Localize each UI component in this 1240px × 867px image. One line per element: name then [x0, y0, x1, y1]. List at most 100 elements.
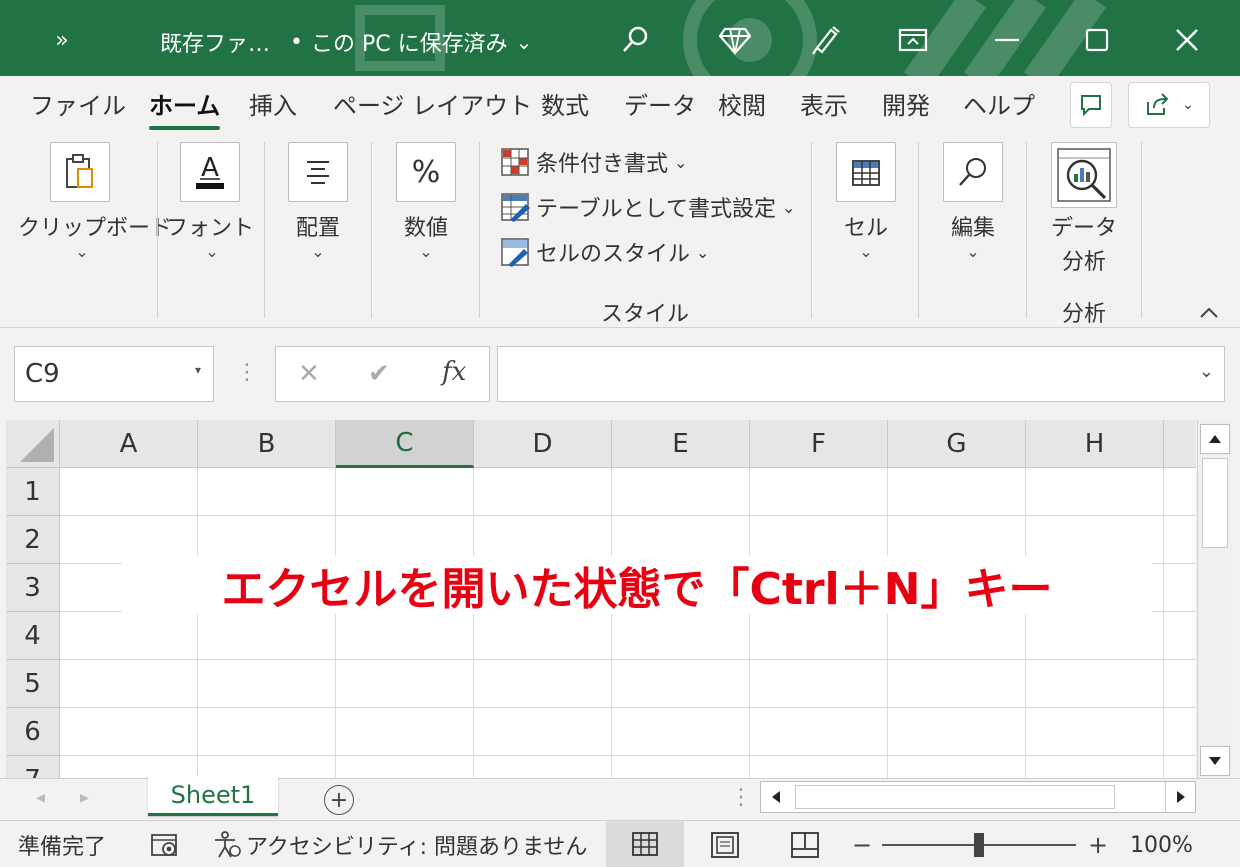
- minimize-icon[interactable]: [984, 20, 1030, 60]
- ribbon-tabs: ファイル ホーム 挿入 ページ レイアウト 数式 データ 校閲 表示 開発 ヘル…: [0, 76, 1240, 132]
- column-header-b[interactable]: B: [198, 420, 336, 468]
- tab-file[interactable]: ファイル: [30, 86, 126, 124]
- add-sheet-button[interactable]: +: [324, 785, 354, 815]
- cells-group-label[interactable]: セル: [834, 210, 898, 242]
- tab-page-layout[interactable]: ページ レイアウト: [333, 86, 532, 124]
- drag-handle-icon[interactable]: ⋮: [236, 360, 258, 385]
- column-header-e[interactable]: E: [612, 420, 750, 468]
- gridline: [749, 468, 750, 778]
- zoom-slider[interactable]: [882, 829, 1076, 861]
- prev-sheet-icon[interactable]: ◂: [36, 787, 45, 808]
- tab-insert[interactable]: 挿入: [249, 86, 297, 124]
- font-color-icon[interactable]: A: [180, 142, 240, 202]
- tab-home[interactable]: ホーム: [149, 86, 221, 130]
- analysis-group-label: 分析: [1061, 302, 1106, 327]
- zoom-in-button[interactable]: +: [1088, 829, 1108, 861]
- maximize-icon[interactable]: [1074, 20, 1120, 60]
- drag-handle-icon[interactable]: ⋮: [730, 785, 752, 810]
- row-header-2[interactable]: 2: [6, 516, 60, 564]
- tab-data[interactable]: データ: [624, 86, 696, 124]
- column-header-h[interactable]: H: [1026, 420, 1164, 468]
- column-header-partial[interactable]: [1164, 420, 1196, 468]
- column-header-c[interactable]: C: [336, 420, 474, 468]
- format-as-table-button[interactable]: テーブルとして書式設定 ⌄: [500, 190, 795, 224]
- scroll-left-button[interactable]: [761, 782, 791, 812]
- clipboard-icon[interactable]: [50, 142, 110, 202]
- tab-view[interactable]: 表示: [800, 86, 848, 124]
- chevron-down-icon[interactable]: ⌄: [70, 242, 94, 261]
- chevron-down-icon[interactable]: ▾: [195, 363, 201, 377]
- search-icon[interactable]: [612, 20, 658, 60]
- enter-icon[interactable]: ✔: [368, 359, 390, 389]
- tab-formulas[interactable]: 数式: [541, 86, 589, 124]
- scroll-right-button[interactable]: [1165, 782, 1195, 812]
- zoom-out-button[interactable]: −: [852, 829, 872, 861]
- zoom-thumb[interactable]: [974, 833, 984, 857]
- align-center-icon[interactable]: [288, 142, 348, 202]
- analyze-data-icon[interactable]: [1051, 142, 1117, 208]
- row-header-6[interactable]: 6: [6, 708, 60, 756]
- editing-group-label[interactable]: 編集: [941, 210, 1005, 242]
- accessibility-status[interactable]: アクセシビリティ: 問題ありません: [212, 829, 587, 861]
- cancel-icon[interactable]: ✕: [298, 359, 320, 389]
- chevron-down-icon[interactable]: ⌄: [200, 242, 224, 261]
- tab-review[interactable]: 校閲: [718, 86, 766, 124]
- scroll-thumb[interactable]: [795, 785, 1115, 809]
- conditional-formatting-icon: [501, 148, 529, 176]
- ribbon-display-icon[interactable]: [890, 20, 936, 60]
- percent-icon[interactable]: %: [396, 142, 456, 202]
- diamond-premium-icon[interactable]: [712, 20, 758, 60]
- pen-draw-icon[interactable]: [802, 20, 848, 60]
- chevron-down-icon[interactable]: ⌄: [961, 242, 985, 261]
- row-header-3[interactable]: 3: [6, 564, 60, 612]
- chevron-down-icon[interactable]: ⌄: [306, 242, 330, 261]
- select-all-button[interactable]: [6, 420, 60, 468]
- row-header-5[interactable]: 5: [6, 660, 60, 708]
- chevron-down-icon: ⌄: [696, 242, 710, 262]
- scroll-thumb[interactable]: [1202, 458, 1228, 548]
- number-group-label[interactable]: 数値: [394, 210, 458, 242]
- page-layout-view-button[interactable]: [710, 829, 740, 861]
- cells-icon[interactable]: [836, 142, 896, 202]
- vertical-scrollbar[interactable]: [1197, 420, 1233, 778]
- column-header-d[interactable]: D: [474, 420, 612, 468]
- alignment-group-label[interactable]: 配置: [286, 210, 350, 242]
- document-title[interactable]: 既存ファ… • この PC に保存済み ⌄: [160, 22, 532, 62]
- next-sheet-icon[interactable]: ▸: [80, 787, 89, 808]
- share-button[interactable]: ⌄: [1128, 82, 1210, 128]
- group-divider: [479, 142, 480, 318]
- row-header-4[interactable]: 4: [6, 612, 60, 660]
- tab-help[interactable]: ヘルプ: [963, 86, 1035, 124]
- row-header-1[interactable]: 1: [6, 468, 60, 516]
- search-icon[interactable]: [943, 142, 1003, 202]
- name-box[interactable]: C9 ▾: [14, 346, 214, 402]
- zoom-level[interactable]: 100%: [1130, 829, 1193, 861]
- page-break-view-button[interactable]: [790, 829, 820, 861]
- column-header-a[interactable]: A: [60, 420, 198, 468]
- chevron-down-icon[interactable]: ⌄: [414, 242, 438, 261]
- column-header-g[interactable]: G: [888, 420, 1026, 468]
- cell-styles-button[interactable]: セルのスタイル ⌄: [500, 235, 709, 269]
- chevron-down-icon[interactable]: ⌄: [854, 242, 878, 261]
- analyze-data-label[interactable]: データ 分析: [1046, 212, 1122, 280]
- tab-developer[interactable]: 開発: [882, 86, 930, 124]
- scroll-down-button[interactable]: [1200, 746, 1230, 776]
- font-group-label[interactable]: フォント: [166, 210, 254, 242]
- clipboard-group-label[interactable]: クリップボード: [18, 210, 172, 242]
- formula-input[interactable]: ⌄: [497, 346, 1225, 402]
- expand-formula-icon[interactable]: ⌄: [1199, 361, 1214, 382]
- insert-function-icon[interactable]: fx: [442, 357, 466, 387]
- accessibility-text: アクセシビリティ: 問題ありません: [246, 835, 588, 860]
- close-icon[interactable]: [1164, 20, 1210, 60]
- horizontal-scrollbar[interactable]: [760, 781, 1196, 813]
- comments-button[interactable]: [1070, 82, 1112, 128]
- column-header-f[interactable]: F: [750, 420, 888, 468]
- conditional-formatting-button[interactable]: 条件付き書式 ⌄: [500, 145, 687, 179]
- collapse-ribbon-icon[interactable]: [1196, 300, 1222, 324]
- quick-access-chevron-icon[interactable]: »: [42, 20, 82, 60]
- macro-record-icon[interactable]: [150, 829, 180, 861]
- sheet-tab-sheet1[interactable]: Sheet1: [148, 776, 278, 816]
- row-header-7[interactable]: 7: [6, 756, 60, 778]
- normal-view-button[interactable]: [606, 821, 684, 867]
- scroll-up-button[interactable]: [1200, 424, 1230, 454]
